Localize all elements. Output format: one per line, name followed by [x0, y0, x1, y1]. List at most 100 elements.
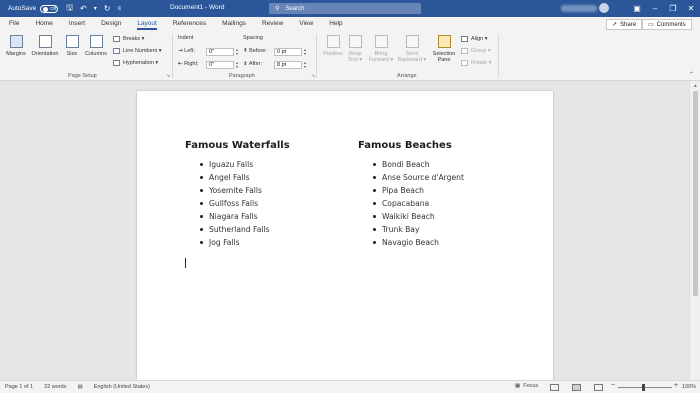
rotate-button[interactable]: Rotate ▾: [461, 60, 492, 66]
group-divider: [498, 34, 499, 78]
document-title: Document1 - Word: [170, 4, 225, 11]
wrap-text-button[interactable]: Wrap Text ▾: [345, 35, 365, 63]
selection-pane-icon: [437, 35, 451, 48]
save-icon[interactable]: 🖫: [66, 2, 73, 16]
autosave-toggle[interactable]: Off: [40, 4, 59, 13]
spacing-before-label: ⇞ Before:: [243, 48, 267, 54]
document-page[interactable]: Famous Waterfalls Iguazu Falls Angel Fal…: [137, 91, 553, 386]
list-item: Iguazu Falls: [185, 158, 290, 171]
tab-view[interactable]: View: [299, 17, 313, 31]
zoom-slider[interactable]: [618, 387, 672, 388]
size-button[interactable]: Size: [63, 35, 81, 57]
indent-right-field[interactable]: 0": [206, 61, 234, 69]
undo-icon[interactable]: ↶: [80, 4, 87, 13]
tab-design[interactable]: Design: [101, 17, 121, 31]
paragraph-launcher-icon[interactable]: ↘: [311, 73, 315, 79]
spacing-before-icon: ⇞: [243, 48, 248, 54]
avatar[interactable]: [599, 3, 609, 13]
customize-qat-icon[interactable]: ≡: [117, 6, 121, 12]
list-item: Yosemite Falls: [185, 184, 290, 197]
spacing-after-spinner-icon[interactable]: ▴ ▾: [304, 61, 306, 69]
read-mode-icon[interactable]: [550, 384, 559, 391]
send-backward-button[interactable]: Send Backward ▾: [397, 35, 427, 63]
size-label: Size: [66, 51, 78, 57]
zoom-slider-thumb[interactable]: [642, 384, 645, 391]
margins-icon: [9, 35, 23, 48]
tab-file[interactable]: File: [9, 17, 19, 31]
proofing-icon[interactable]: ▤: [77, 384, 82, 390]
tab-review[interactable]: Review: [262, 17, 283, 31]
selection-pane-button[interactable]: Selection Pane: [430, 35, 458, 63]
group-icon: [461, 48, 468, 54]
language[interactable]: English (United States): [94, 384, 150, 390]
spacing-after-icon: ⇟: [243, 61, 248, 67]
left-column-heading: Famous Waterfalls: [185, 140, 290, 151]
send-backward-label: Send Backward ▾: [397, 51, 427, 63]
word-count[interactable]: 32 words: [44, 384, 66, 390]
list-item: Pipa Beach: [358, 184, 464, 197]
chevron-down-icon[interactable]: ▾: [94, 5, 97, 12]
tab-help[interactable]: Help: [329, 17, 342, 31]
spacing-after-field[interactable]: 8 pt: [274, 61, 302, 69]
autosave-state: Off: [50, 6, 57, 11]
scrollbar-thumb[interactable]: [693, 91, 698, 296]
close-icon[interactable]: ✕: [682, 0, 700, 17]
share-button[interactable]: ↗ Share: [606, 19, 643, 30]
autosave-control[interactable]: AutoSave Off: [8, 4, 59, 13]
spacing-before-field[interactable]: 0 pt: [274, 48, 302, 56]
tab-references[interactable]: References: [173, 17, 206, 31]
title-bar: AutoSave Off 🖫 ↶ ▾ ↻ ≡ Document1 - Word …: [0, 0, 700, 17]
indent-left-field[interactable]: 0": [206, 48, 234, 56]
send-backward-icon: [405, 35, 419, 48]
web-layout-icon[interactable]: [594, 384, 603, 391]
redo-icon[interactable]: ↻: [104, 4, 111, 13]
group-objects-button[interactable]: Group ▾: [461, 48, 491, 54]
minimize-icon[interactable]: –: [646, 0, 664, 17]
collapse-ribbon-icon[interactable]: ⌃: [689, 71, 694, 78]
tab-home[interactable]: Home: [35, 17, 52, 31]
list-item: Navagio Beach: [358, 236, 464, 249]
spacing-before-spinner-icon[interactable]: ▴ ▾: [304, 48, 306, 56]
right-column: Famous Beaches Bondi Beach Anse Source d…: [358, 140, 464, 249]
position-button[interactable]: Position: [320, 35, 346, 57]
hyphenation-label: Hyphenation ▾: [123, 60, 159, 66]
vertical-scrollbar[interactable]: ▲: [689, 81, 700, 380]
comments-label: Comments: [656, 21, 686, 28]
orientation-icon: [38, 35, 52, 48]
share-icon: ↗: [612, 22, 618, 28]
position-icon: [326, 35, 340, 48]
margins-button[interactable]: Margins: [5, 35, 27, 57]
zoom-in-icon[interactable]: +: [674, 382, 678, 389]
align-button[interactable]: Align ▾: [461, 36, 488, 42]
comments-button[interactable]: ▭ Comments: [642, 19, 692, 30]
breaks-label: Breaks ▾: [123, 36, 145, 42]
breaks-button[interactable]: Breaks ▾: [113, 36, 144, 42]
scroll-up-icon[interactable]: ▲: [693, 83, 698, 89]
document-area: Famous Waterfalls Iguazu Falls Angel Fal…: [0, 81, 700, 386]
tab-mailings[interactable]: Mailings: [222, 17, 246, 31]
print-layout-icon[interactable]: [572, 384, 581, 391]
search-box[interactable]: ⚲ Search: [269, 3, 421, 14]
indent-heading: Indent: [178, 35, 194, 41]
focus-button[interactable]: ▦ Focus: [515, 383, 538, 389]
line-numbers-button[interactable]: Line Numbers ▾: [113, 48, 162, 54]
bring-forward-button[interactable]: Bring Forward ▾: [368, 35, 394, 63]
ribbon-display-icon[interactable]: ▣: [628, 0, 646, 17]
page-count[interactable]: Page 1 of 1: [5, 384, 33, 390]
focus-icon: ▦: [515, 383, 521, 389]
zoom-out-icon[interactable]: −: [611, 382, 615, 389]
rotate-icon: [461, 60, 468, 66]
columns-button[interactable]: Columns: [84, 35, 108, 57]
indent-left-spinner-icon[interactable]: ▴ ▾: [236, 48, 238, 56]
wrap-text-label: Wrap Text ▾: [347, 51, 363, 63]
indent-right-spinner-icon[interactable]: ▴ ▾: [236, 61, 238, 69]
hyphenation-button[interactable]: Hyphenation ▾: [113, 60, 158, 66]
align-icon: [461, 36, 468, 42]
orientation-button[interactable]: Orientation: [29, 35, 61, 57]
zoom-level[interactable]: 100%: [682, 384, 696, 390]
tab-insert[interactable]: Insert: [69, 17, 85, 31]
page-setup-launcher-icon[interactable]: ↘: [166, 73, 170, 79]
tab-layout[interactable]: Layout: [137, 17, 157, 31]
maximize-icon[interactable]: ❐: [664, 0, 682, 17]
user-name[interactable]: [561, 5, 597, 12]
